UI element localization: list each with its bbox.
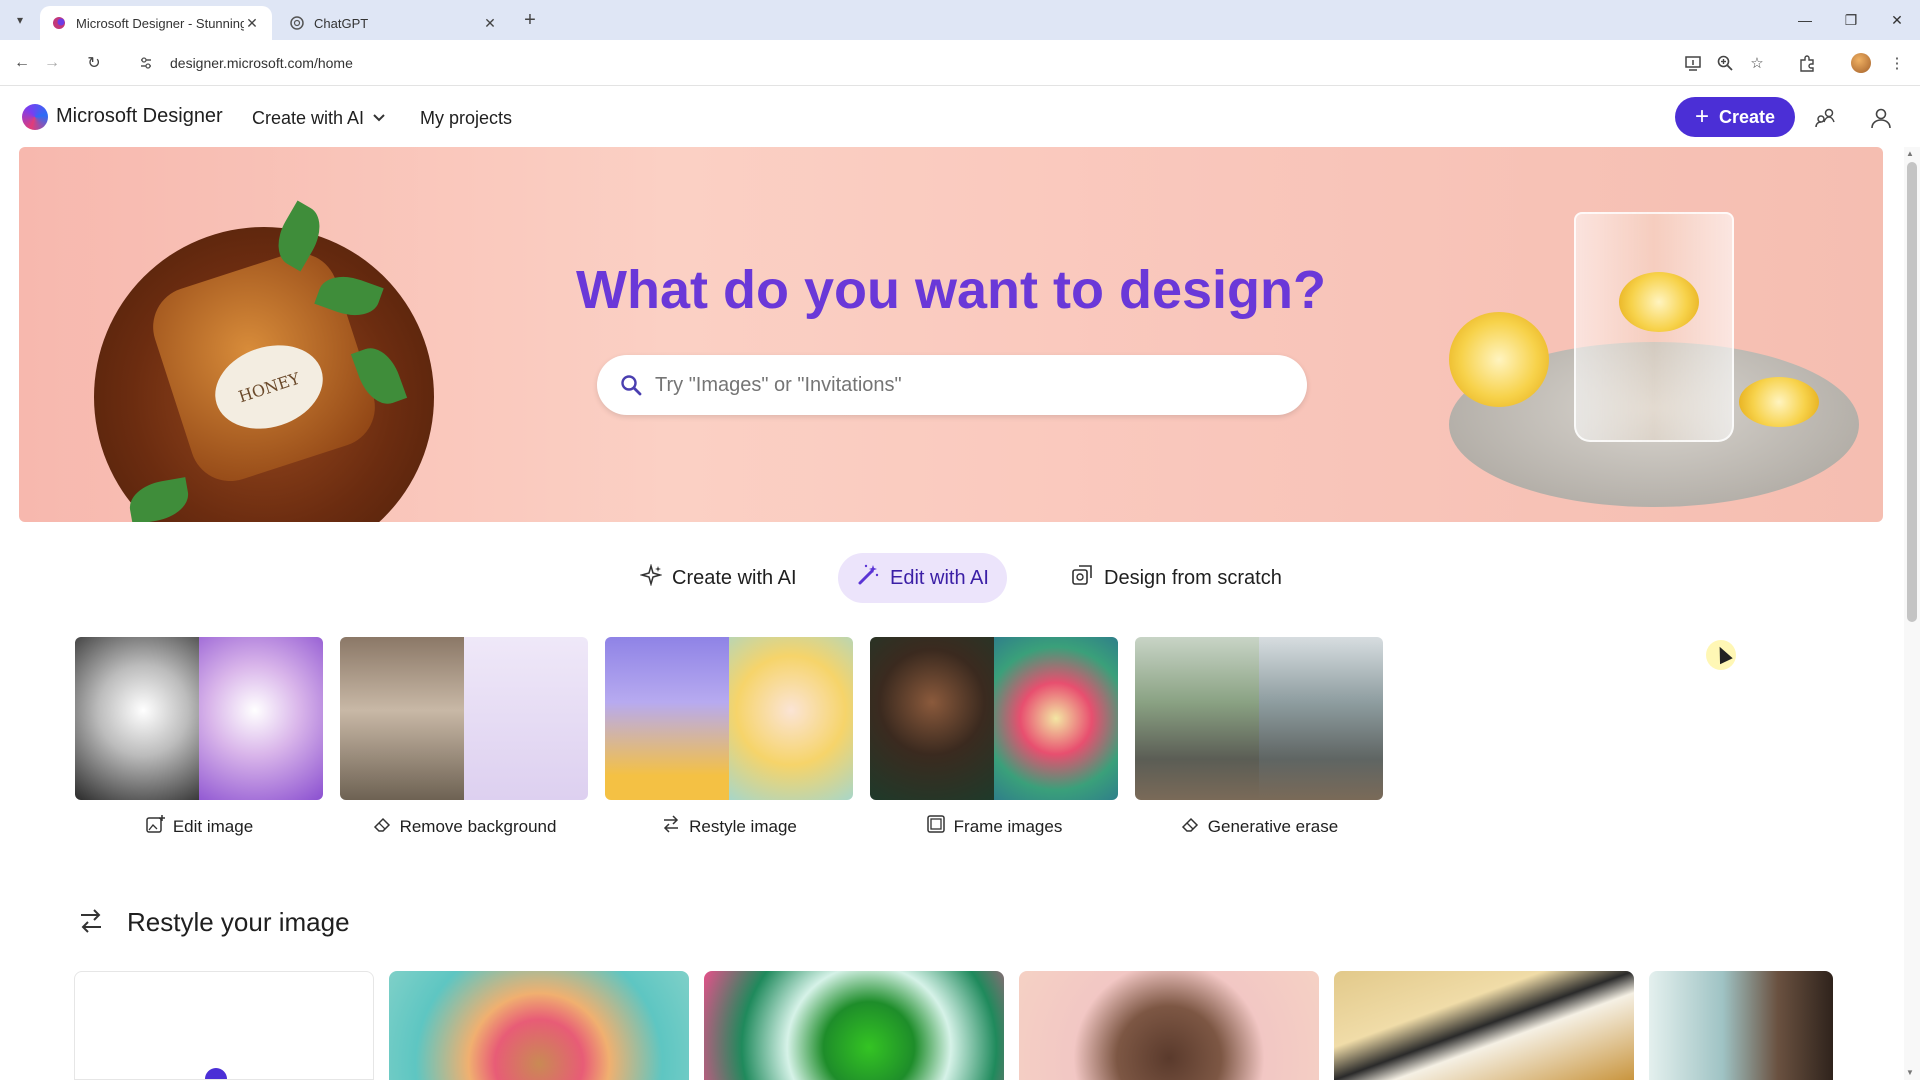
forward-arrow-icon[interactable]: → [39,50,65,76]
frame-icon [926,814,946,839]
url-text: designer.microsoft.com/home [170,55,353,71]
upload-icon [205,1068,227,1079]
tab-title: ChatGPT [314,15,369,31]
search-icon [619,373,643,397]
browser-menu-icon[interactable]: ⋮ [1884,50,1910,76]
scrollbar-thumb[interactable] [1907,162,1917,622]
remove-background-thumbnail[interactable] [340,637,588,800]
zoom-icon[interactable] [1712,50,1738,76]
generative-erase-thumbnail[interactable] [1135,637,1383,800]
edit-image-thumbnail[interactable] [75,637,323,800]
new-tab-plus-icon[interactable]: + [518,8,542,32]
tool-label: Edit image [172,816,254,836]
account-person-icon[interactable] [1866,103,1896,133]
minimize-icon[interactable]: — [1790,8,1820,32]
design-icon [1070,563,1094,593]
tool-edit-image[interactable]: Edit image [75,637,323,839]
nav-my-projects[interactable]: My projects [420,108,512,129]
window-close-icon[interactable]: ✕ [1882,8,1912,32]
browser-toolbar: ← → ↻ designer.microsoft.com/home ☆ ⋮ [0,40,1920,86]
mode-label: Create with AI [672,566,797,589]
tool-label: Restyle image [689,816,797,836]
app-header: Microsoft Designer Create with AI My pro… [0,87,1920,147]
eraser-icon [372,814,392,839]
reload-icon[interactable]: ↻ [81,50,107,76]
tab-microsoft-designer[interactable]: Microsoft Designer - Stunning ✕ [40,6,272,40]
style-card[interactable] [704,971,1004,1080]
create-button[interactable]: + Create [1675,97,1795,137]
tool-remove-background[interactable]: Remove background [340,637,588,839]
share-people-icon[interactable] [1810,103,1840,133]
extensions-puzzle-icon[interactable] [1794,50,1820,76]
back-arrow-icon[interactable]: ← [9,50,35,76]
section-title: Restyle your image [127,907,350,937]
mode-label: Design from scratch [1104,566,1282,589]
chevron-down-icon [372,111,386,126]
hero-banner: HONEY What do you want to design? [19,147,1883,522]
upload-image-card[interactable] [74,971,374,1080]
tool-generative-erase[interactable]: Generative erase [1135,637,1383,839]
tool-restyle-image[interactable]: Restyle image [605,637,853,839]
style-card[interactable] [1334,971,1634,1080]
style-card[interactable] [389,971,689,1080]
tab-search-chevron-icon[interactable]: ▾ [8,8,32,32]
chatgpt-favicon-icon [290,16,304,30]
frame-images-thumbnail[interactable] [870,637,1118,800]
site-settings-icon[interactable] [138,55,154,71]
search-input[interactable] [655,373,1255,397]
style-card[interactable] [1649,971,1833,1080]
lemon-half-image [1449,312,1549,407]
scroll-up-arrow-icon[interactable]: ▲ [1906,149,1914,158]
address-bar[interactable]: designer.microsoft.com/home [124,46,1664,80]
lemon-wedge-image [1739,377,1819,427]
brand-name[interactable]: Microsoft Designer [56,105,223,128]
close-icon[interactable]: ✕ [482,15,498,32]
hero-title: What do you want to design? [576,260,1326,320]
nav-label: Create with AI [252,108,365,128]
tool-frame-images[interactable]: Frame images [870,637,1118,839]
scroll-down-arrow-icon[interactable]: ▼ [1906,1068,1914,1077]
designer-logo-icon[interactable] [22,104,48,130]
magic-wand-icon [856,563,880,593]
plus-icon: + [1694,103,1709,130]
designer-favicon-icon [52,16,66,30]
swap-arrows-icon [661,814,681,839]
tab-create-with-ai[interactable]: Create with AI [622,553,815,603]
tool-label: Generative erase [1207,816,1339,836]
close-icon[interactable]: ✕ [244,15,260,32]
restyle-image-thumbnail[interactable] [605,637,853,800]
install-app-icon[interactable] [1680,50,1706,76]
profile-avatar[interactable] [1848,50,1874,76]
tab-chatgpt[interactable]: ChatGPT ✕ [278,6,510,40]
eraser-icon [1180,814,1200,839]
tab-edit-with-ai[interactable]: Edit with AI [838,553,1007,603]
restore-icon[interactable]: ❐ [1836,8,1866,32]
swap-arrows-icon [77,907,105,942]
browser-tab-bar: ▾ Microsoft Designer - Stunning ✕ ChatGP… [0,0,1920,40]
design-search-box[interactable] [597,355,1307,415]
bookmark-star-icon[interactable]: ☆ [1744,50,1770,76]
mode-label: Edit with AI [890,566,989,589]
tool-label: Frame images [953,816,1063,836]
image-edit-icon [145,814,165,839]
create-label: Create [1718,106,1776,127]
nav-create-with-ai[interactable]: Create with AI [252,108,386,129]
tab-design-from-scratch[interactable]: Design from scratch [1052,553,1300,603]
nav-label: My projects [420,108,513,128]
style-card[interactable] [1019,971,1319,1080]
sparkle-icon [639,563,663,592]
tab-title: Microsoft Designer - Stunning [76,15,244,31]
tool-label: Remove background [399,816,557,836]
